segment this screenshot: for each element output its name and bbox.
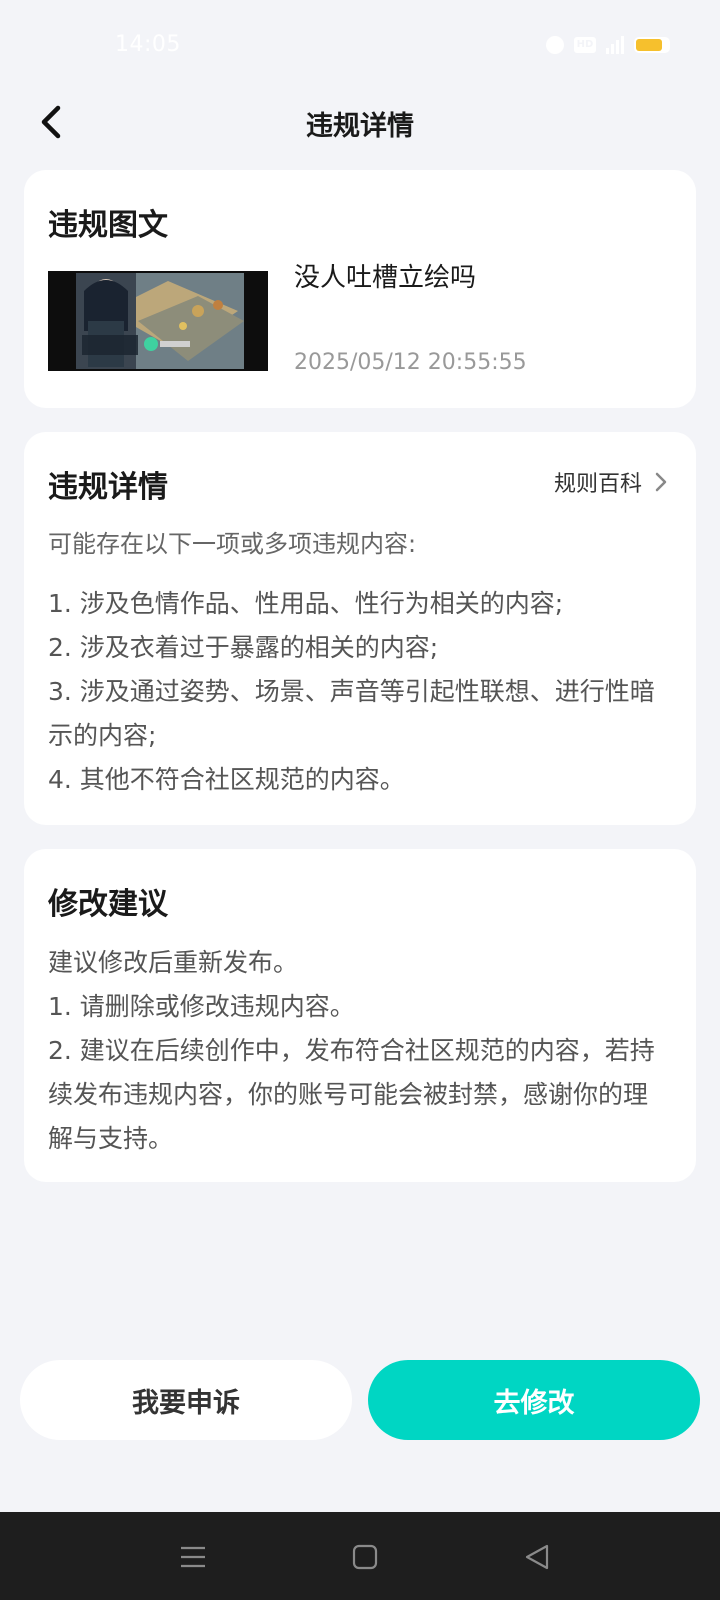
- battery-fill: [636, 39, 662, 51]
- suggestion-title: 修改建议: [48, 887, 168, 922]
- back-triangle-icon[interactable]: [522, 1542, 552, 1572]
- suggestion-line: 2. 建议在后续创作中，发布符合社区规范的内容，若持续发布违规内容，你的账号可能…: [48, 1036, 655, 1153]
- suggestion-line: 建议修改后重新发布。: [48, 948, 299, 977]
- post-card-title: 违规图文: [48, 208, 168, 243]
- list-item: 2. 涉及衣着过于暴露的相关的内容;: [48, 633, 439, 662]
- chevron-right-icon: [655, 472, 667, 492]
- rules-wiki-link[interactable]: 规则百科: [554, 466, 672, 498]
- suggestion-body: 建议修改后重新发布。 1. 请删除或修改违规内容。 2. 建议在后续创作中，发布…: [48, 941, 672, 1161]
- post-title: 没人吐槽立绘吗: [294, 263, 477, 293]
- appeal-button[interactable]: 我要申诉: [20, 1360, 352, 1440]
- menu-icon[interactable]: [178, 1542, 208, 1572]
- post-timestamp: 2025/05/12 20:55:55: [294, 350, 527, 375]
- thumbnail-image: [48, 271, 268, 371]
- rules-wiki-label: 规则百科: [553, 472, 642, 497]
- status-bar: 14:05 HD: [0, 0, 720, 92]
- list-item: 4. 其他不符合社区规范的内容。: [48, 765, 405, 794]
- suggestion-card: 修改建议 建议修改后重新发布。 1. 请删除或修改违规内容。 2. 建议在后续创…: [24, 849, 696, 1182]
- status-icons: HD: [546, 36, 670, 54]
- edit-button[interactable]: 去修改: [368, 1360, 700, 1440]
- alarm-icon: [546, 36, 564, 54]
- violation-list: 1. 涉及色情作品、性用品、性行为相关的内容; 2. 涉及衣着过于暴露的相关的内…: [48, 582, 672, 802]
- list-item: 1. 涉及色情作品、性用品、性行为相关的内容;: [48, 589, 564, 618]
- signal-icon: [606, 36, 624, 54]
- violation-detail-title: 违规详情: [48, 470, 168, 505]
- home-icon[interactable]: [350, 1542, 380, 1572]
- post-card: 违规图文 没人吐槽立绘吗 2025/05/12 20:55:55: [24, 170, 696, 408]
- violation-intro: 可能存在以下一项或多项违规内容:: [48, 530, 417, 558]
- battery-icon: [634, 37, 670, 53]
- hd-icon: HD: [574, 37, 596, 53]
- page-title: 违规详情: [306, 111, 414, 142]
- post-thumbnail[interactable]: [48, 271, 268, 371]
- nav-bar: 违规详情: [0, 92, 720, 152]
- suggestion-line: 1. 请删除或修改违规内容。: [48, 992, 355, 1021]
- violation-detail-card: 违规详情 规则百科 可能存在以下一项或多项违规内容: 1. 涉及色情作品、性用品…: [24, 432, 696, 825]
- system-nav-bar: [0, 1512, 720, 1600]
- status-time: 14:05: [115, 32, 181, 57]
- list-item: 3. 涉及通过姿势、场景、声音等引起性联想、进行性暗示的内容;: [48, 677, 655, 750]
